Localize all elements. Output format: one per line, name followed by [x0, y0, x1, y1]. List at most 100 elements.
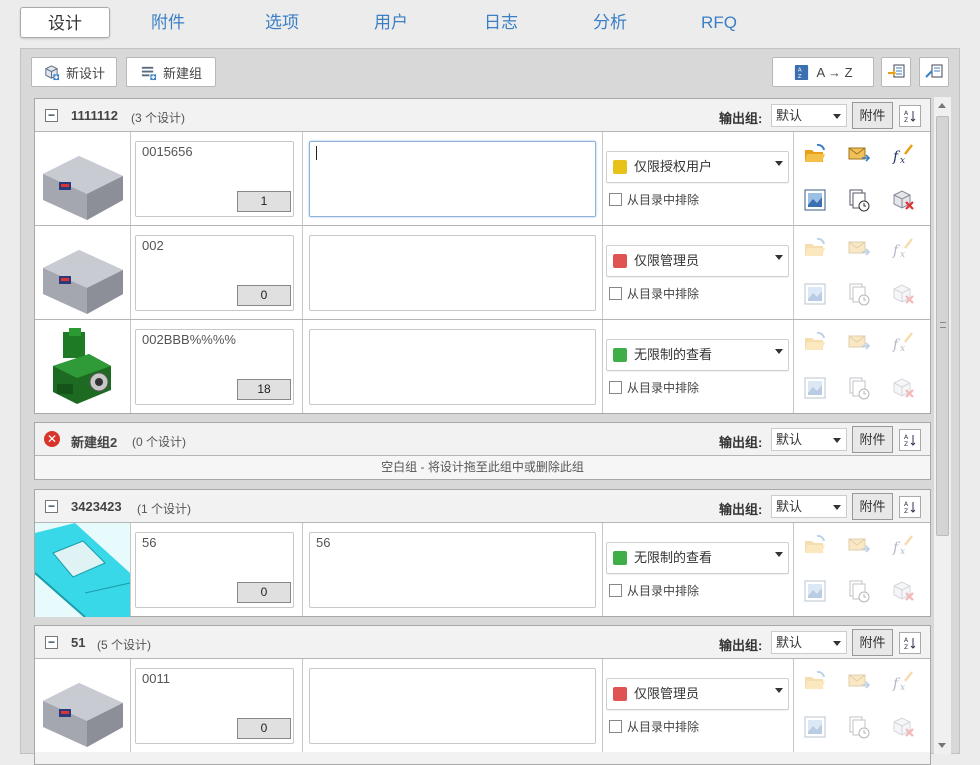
permission-select[interactable]: 无限制的查看 — [606, 542, 789, 574]
collapse-toggle[interactable]: − — [45, 500, 58, 513]
tab-analysis[interactable]: 分析 — [582, 7, 638, 38]
exclude-checkbox[interactable] — [609, 720, 622, 733]
design-name-field[interactable]: 002 0 — [135, 235, 294, 311]
output-group-select[interactable]: 默认 — [771, 631, 847, 654]
design-name-field[interactable]: 56 0 — [135, 532, 294, 608]
email-button[interactable] — [846, 668, 872, 694]
history-button[interactable] — [846, 578, 872, 604]
delete-group-icon[interactable]: ✕ — [44, 431, 60, 447]
new-design-button[interactable]: 新设计 — [31, 57, 117, 87]
permission-value: 仅限授权用户 — [634, 159, 713, 174]
tab-users[interactable]: 用户 — [363, 7, 419, 38]
delete-design-button[interactable] — [890, 375, 916, 401]
design-thumbnail[interactable] — [39, 232, 127, 314]
group-name: 51 — [71, 635, 86, 650]
formula-icon: fx — [892, 238, 913, 260]
design-description-field[interactable] — [309, 329, 596, 405]
exclude-checkbox[interactable] — [609, 287, 622, 300]
group-sort-button[interactable]: AZ — [899, 429, 921, 451]
output-group-select[interactable]: 默认 — [771, 104, 847, 127]
attach-button[interactable]: 附件 — [852, 426, 893, 453]
exclude-from-catalog[interactable]: 从目录中排除 — [609, 379, 699, 396]
exclude-checkbox[interactable] — [609, 193, 622, 206]
delete-design-button[interactable] — [890, 187, 916, 213]
cell-divider — [130, 226, 131, 319]
formula-button[interactable]: fx — [890, 329, 916, 355]
formula-button[interactable]: fx — [890, 141, 916, 167]
exclude-from-catalog[interactable]: 从目录中排除 — [609, 191, 699, 208]
history-button[interactable] — [846, 714, 872, 740]
design-thumbnail[interactable] — [35, 523, 130, 617]
design-description-field[interactable] — [309, 141, 596, 217]
expand-groups-button[interactable] — [881, 57, 911, 87]
history-button[interactable] — [846, 187, 872, 213]
exclude-from-catalog[interactable]: 从目录中排除 — [609, 285, 699, 302]
tab-attachments[interactable]: 附件 — [140, 7, 196, 38]
exclude-label: 从目录中排除 — [627, 381, 700, 395]
attach-button[interactable]: 附件 — [852, 493, 893, 520]
formula-button[interactable]: fx — [890, 668, 916, 694]
formula-button[interactable]: fx — [890, 532, 916, 558]
exclude-from-catalog[interactable]: 从目录中排除 — [609, 582, 699, 599]
exclude-from-catalog[interactable]: 从目录中排除 — [609, 718, 699, 735]
output-group-select[interactable]: 默认 — [771, 495, 847, 518]
design-thumbnail[interactable] — [39, 326, 127, 408]
scroll-thumb[interactable] — [936, 116, 949, 536]
open-folder-button[interactable] — [802, 329, 828, 355]
output-group-select[interactable]: 默认 — [771, 428, 847, 451]
tab-rfq[interactable]: RFQ — [690, 7, 748, 38]
tab-logs[interactable]: 日志 — [473, 7, 529, 38]
group-sort-button[interactable]: AZ — [899, 632, 921, 654]
attach-button[interactable]: 附件 — [852, 629, 893, 656]
collapse-toggle[interactable]: − — [45, 636, 58, 649]
image-button[interactable] — [802, 714, 828, 740]
email-button[interactable] — [846, 235, 872, 261]
tab-options[interactable]: 选项 — [254, 7, 310, 38]
collapse-groups-button[interactable] — [919, 57, 949, 87]
delete-design-button[interactable] — [890, 281, 916, 307]
delete-design-button[interactable] — [890, 578, 916, 604]
group-sort-button[interactable]: AZ — [899, 105, 921, 127]
open-folder-button[interactable] — [802, 141, 828, 167]
collapse-toggle[interactable]: − — [45, 109, 58, 122]
attach-button[interactable]: 附件 — [852, 102, 893, 129]
design-name-field[interactable]: 002BBB%%%% 18 — [135, 329, 294, 405]
email-button[interactable] — [846, 532, 872, 558]
design-thumbnail[interactable] — [39, 665, 127, 747]
history-button[interactable] — [846, 375, 872, 401]
scroll-up-icon[interactable] — [938, 103, 946, 108]
design-description-field[interactable]: 56 — [309, 532, 596, 608]
vertical-scrollbar[interactable] — [934, 97, 951, 754]
permission-select[interactable]: 仅限管理员 — [606, 678, 789, 710]
image-button[interactable] — [802, 578, 828, 604]
permission-select[interactable]: 仅限管理员 — [606, 245, 789, 277]
image-button[interactable] — [802, 375, 828, 401]
scroll-down-icon[interactable] — [938, 743, 946, 748]
email-button[interactable] — [846, 141, 872, 167]
exclude-checkbox[interactable] — [609, 381, 622, 394]
email-button[interactable] — [846, 329, 872, 355]
sort-az-button[interactable]: AZ A → Z — [772, 57, 874, 87]
image-button[interactable] — [802, 187, 828, 213]
permission-select[interactable]: 无限制的查看 — [606, 339, 789, 371]
design-name-field[interactable]: 0011 0 — [135, 668, 294, 744]
history-button[interactable] — [846, 281, 872, 307]
open-folder-button[interactable] — [802, 235, 828, 261]
formula-button[interactable]: fx — [890, 235, 916, 261]
new-group-button[interactable]: 新建组 — [126, 57, 216, 87]
open-folder-icon — [805, 143, 825, 162]
design-description-field[interactable] — [309, 668, 596, 744]
group-sort-button[interactable]: AZ — [899, 496, 921, 518]
svg-text:A: A — [904, 637, 909, 644]
image-button[interactable] — [802, 281, 828, 307]
image-icon — [804, 716, 826, 738]
exclude-checkbox[interactable] — [609, 584, 622, 597]
delete-design-button[interactable] — [890, 714, 916, 740]
permission-select[interactable]: 仅限授权用户 — [606, 151, 789, 183]
open-folder-button[interactable] — [802, 668, 828, 694]
tab-design[interactable]: 设计 — [20, 7, 110, 38]
design-description-field[interactable] — [309, 235, 596, 311]
design-thumbnail[interactable] — [39, 138, 127, 220]
design-name-field[interactable]: 0015656 1 — [135, 141, 294, 217]
open-folder-button[interactable] — [802, 532, 828, 558]
